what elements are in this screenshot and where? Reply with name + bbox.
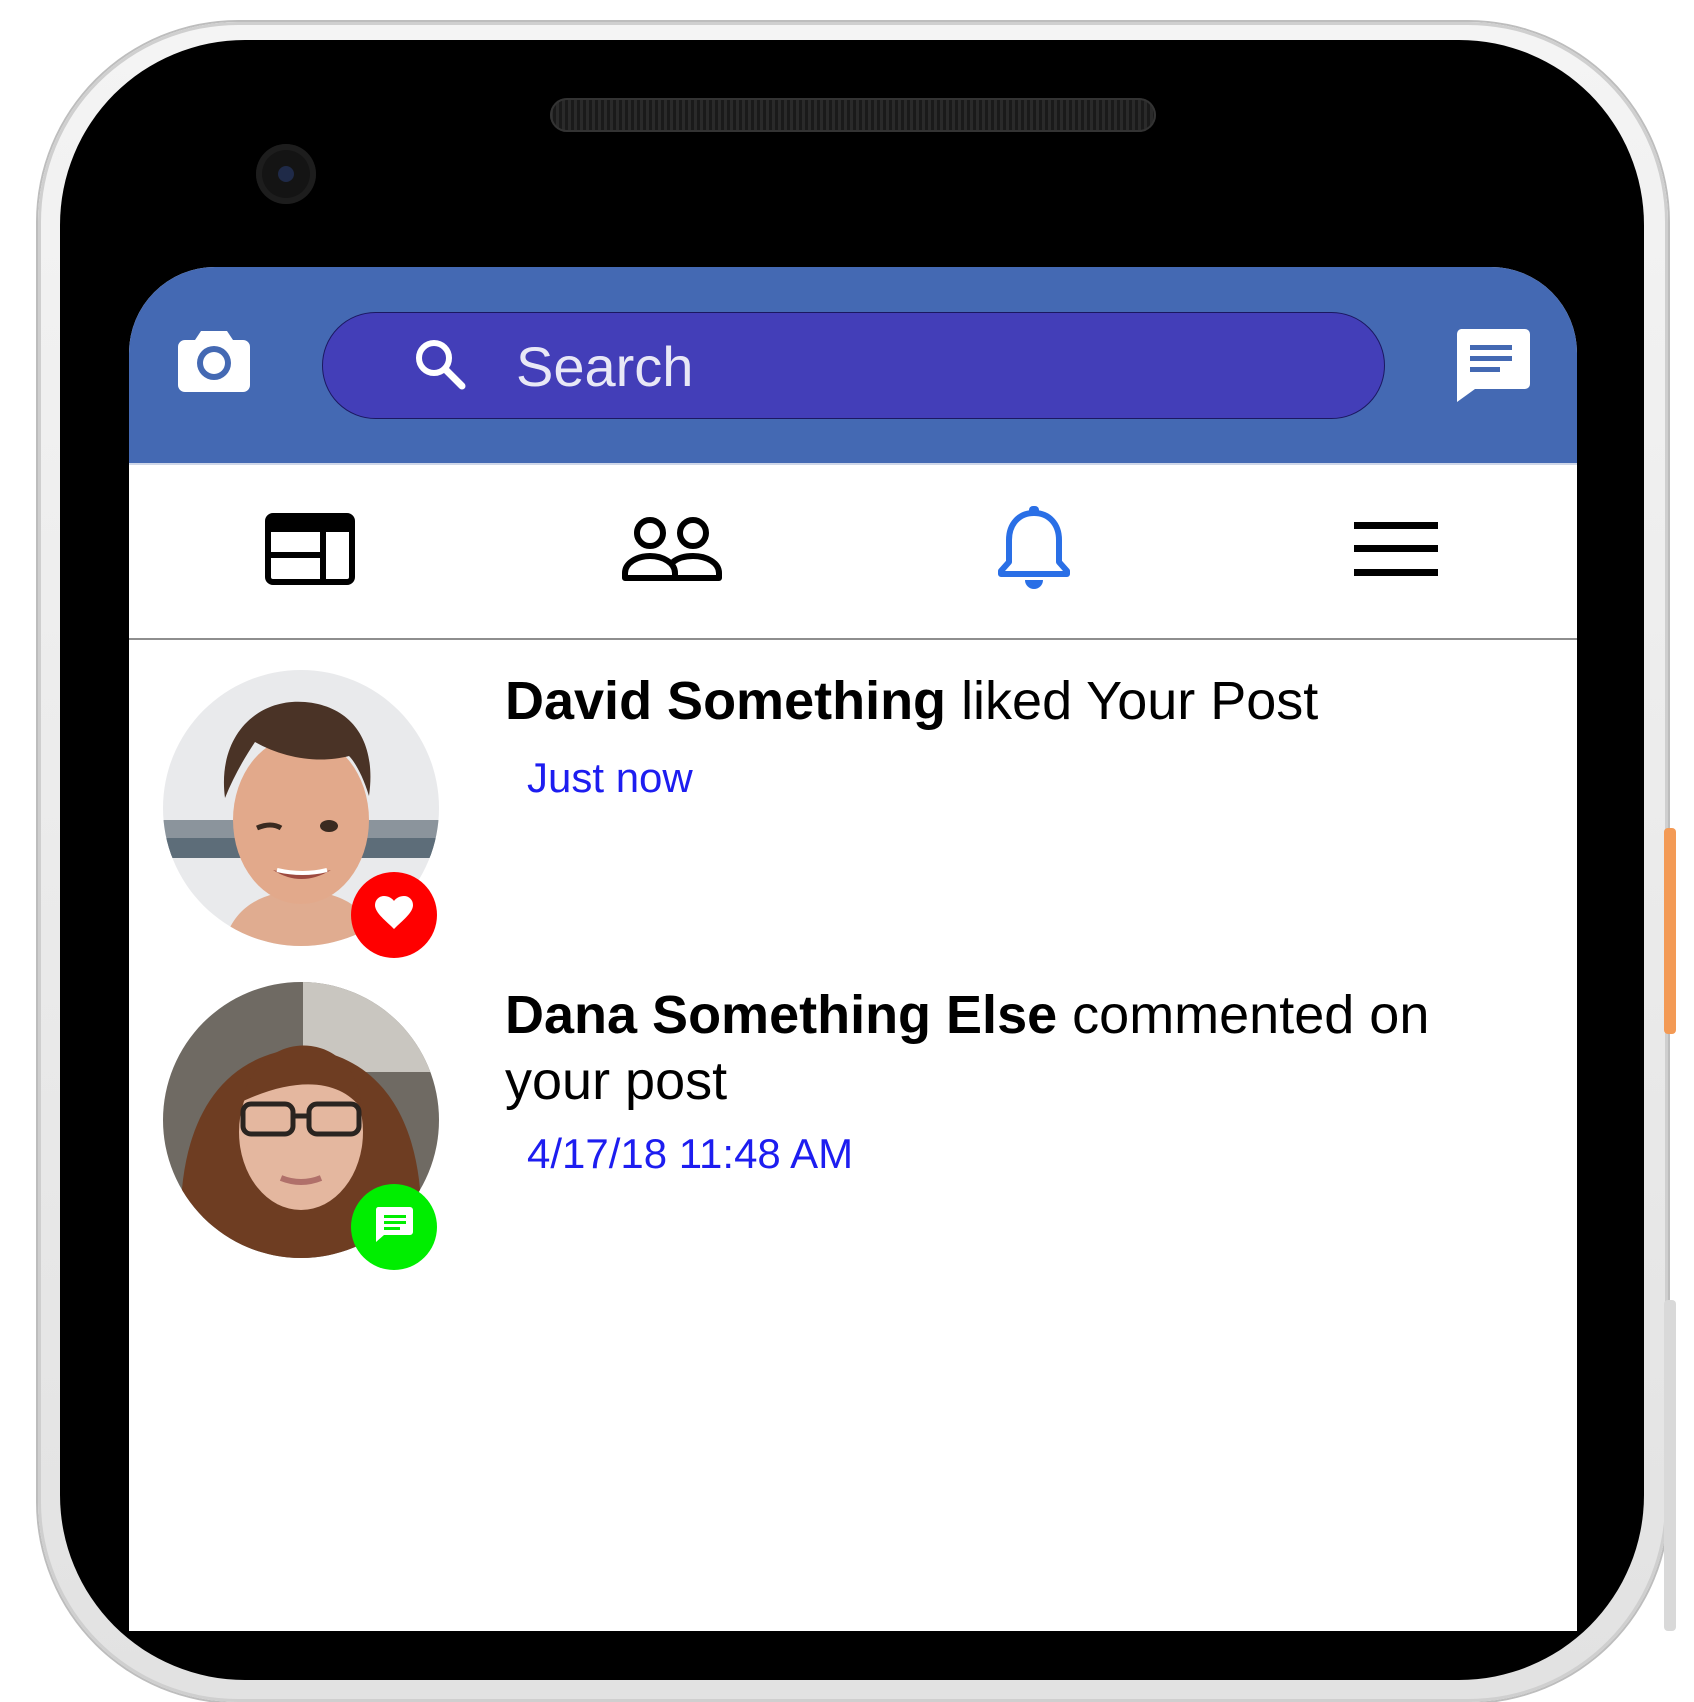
comment-badge — [351, 1184, 437, 1270]
notification-item[interactable]: David Something liked Your Post Just now — [129, 640, 1577, 960]
tab-menu[interactable] — [1215, 465, 1577, 638]
notification-actor: Dana Something Else — [505, 985, 1058, 1045]
notification-text: David Something liked Your Post — [505, 668, 1515, 734]
search-input[interactable] — [514, 329, 1318, 403]
phone-speaker — [550, 98, 1156, 132]
messages-icon[interactable] — [1455, 327, 1531, 403]
news-feed-icon — [265, 513, 355, 590]
tab-bar — [129, 463, 1577, 640]
heart-icon — [374, 895, 414, 936]
tab-news-feed[interactable] — [129, 465, 491, 638]
bell-icon — [997, 504, 1071, 599]
notification-item[interactable]: Dana Something Else commented on your po… — [129, 960, 1577, 1300]
tab-friends[interactable] — [491, 465, 853, 638]
friends-icon — [621, 516, 723, 587]
notification-action: liked Your Post — [961, 671, 1319, 731]
camera-icon[interactable] — [177, 327, 251, 393]
like-badge — [351, 872, 437, 958]
top-bar — [129, 267, 1577, 463]
search-icon — [412, 336, 468, 392]
comment-icon — [374, 1205, 414, 1250]
search-bar[interactable] — [322, 312, 1385, 419]
notification-timestamp: 4/17/18 11:48 AM — [527, 1130, 854, 1177]
app-screen: David Something liked Your Post Just now — [129, 267, 1577, 1631]
power-button — [1664, 828, 1676, 1034]
notification-text: Dana Something Else commented on your po… — [505, 982, 1515, 1114]
notification-timestamp: Just now — [527, 754, 693, 801]
notification-actor: David Something — [505, 671, 947, 731]
front-camera-lens — [256, 144, 316, 204]
tab-notifications[interactable] — [853, 465, 1215, 638]
volume-button — [1664, 1300, 1676, 1631]
hamburger-menu-icon — [1354, 520, 1438, 583]
